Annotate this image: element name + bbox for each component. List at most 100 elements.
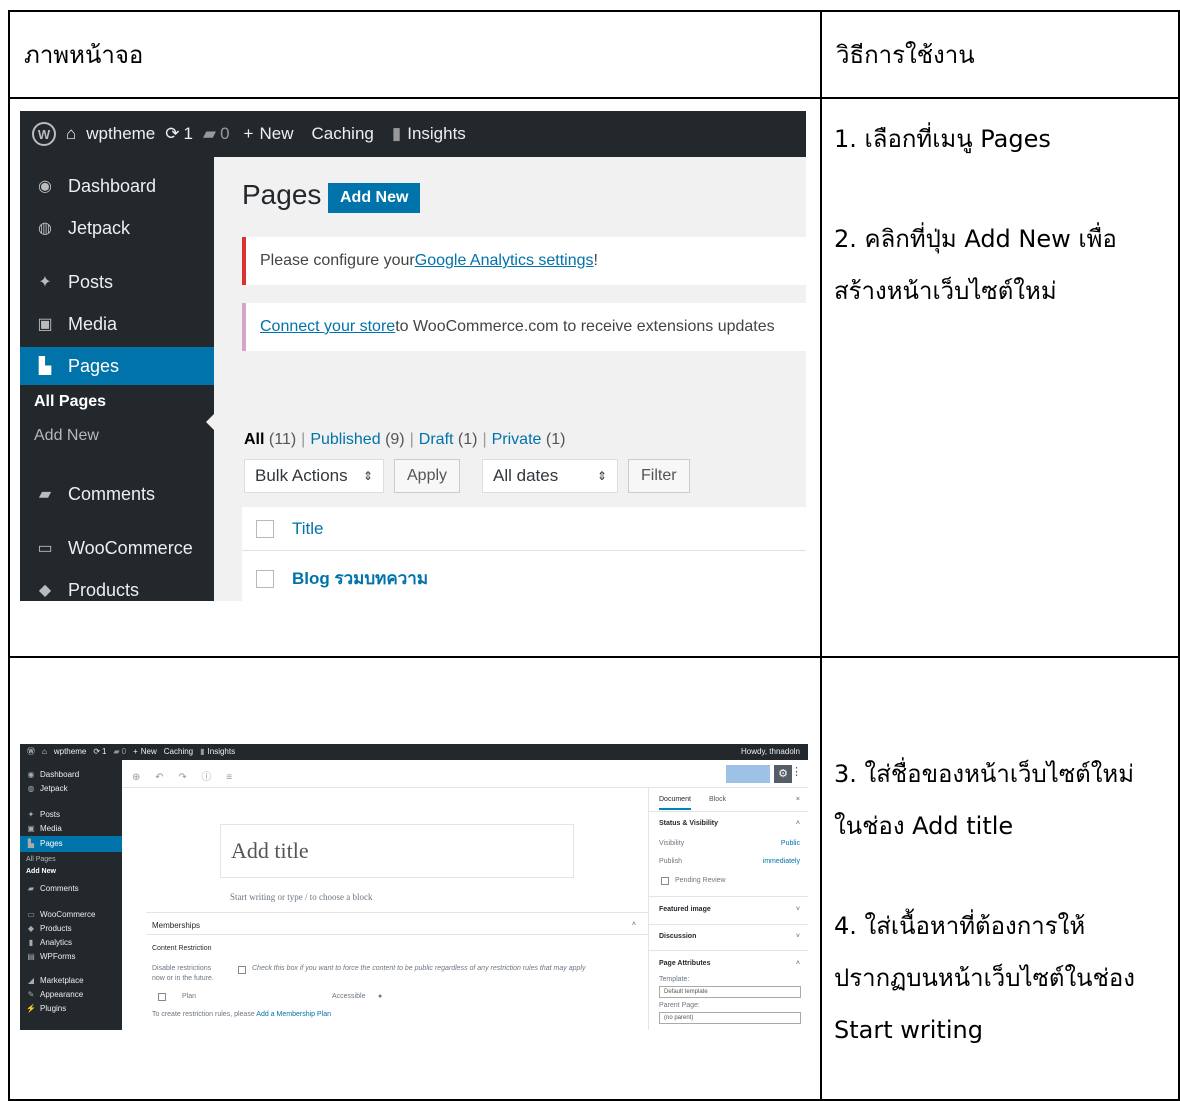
select-all-checkbox[interactable] xyxy=(256,519,274,538)
start-writing-field[interactable]: Start writing or type / to choose a bloc… xyxy=(230,892,372,902)
howdy-user[interactable]: Howdy, thnadoln xyxy=(741,747,800,756)
help-icon[interactable]: ● xyxy=(378,993,382,1000)
menu-pages[interactable]: ▙ Pages xyxy=(20,835,122,852)
comment-icon[interactable]: ▰ xyxy=(113,747,119,756)
caching-link[interactable]: Caching xyxy=(164,747,193,756)
parent-page-select[interactable]: (no parent) xyxy=(659,1011,801,1024)
page-title-link[interactable]: Blog รวมบทความ xyxy=(292,565,428,592)
updates-icon[interactable]: ⟳ xyxy=(165,124,179,144)
add-title-field[interactable]: Add title xyxy=(220,823,574,878)
more-options-icon[interactable]: ⋮ xyxy=(791,765,802,778)
filter-button[interactable]: Filter xyxy=(628,459,690,493)
insights-icon[interactable]: ▮ xyxy=(392,124,401,144)
menu-posts[interactable]: ✦ Posts xyxy=(20,808,122,822)
menu-marketplace[interactable]: ◢ Marketplace xyxy=(20,974,122,988)
filter-draft[interactable]: Draft xyxy=(419,431,454,448)
wordpress-logo-icon[interactable]: W xyxy=(32,122,56,146)
menu-jetpack[interactable]: ◍ Jetpack xyxy=(20,782,122,796)
plan-checkbox[interactable] xyxy=(158,992,166,1001)
menu-comments[interactable]: ▰ Comments xyxy=(20,475,214,513)
updates-count[interactable]: 1 xyxy=(102,747,106,756)
menu-pages[interactable]: ▙ Pages xyxy=(20,347,214,385)
filter-published[interactable]: Published xyxy=(310,431,380,448)
wordpress-logo-icon[interactable]: Ⓦ xyxy=(27,746,35,757)
publish-value[interactable]: immediately xyxy=(763,858,800,865)
page-attributes-title[interactable]: Page Attributes xyxy=(659,960,710,967)
status-filters: All (11) | Published (9) | Draft (1) | Private… xyxy=(244,431,565,449)
comment-icon[interactable]: ▰ xyxy=(203,124,216,144)
chevron-up-icon[interactable]: ˄ xyxy=(796,820,800,827)
filter-private[interactable]: Private xyxy=(492,431,542,448)
instruction-table: ภาพหน้าจอ วิธีการใช้งาน W ⌂ wptheme ⟳ 1 … xyxy=(8,10,1180,1101)
featured-image-title[interactable]: Featured image xyxy=(659,906,711,913)
caching-link[interactable]: Caching xyxy=(311,124,373,144)
chevron-up-icon[interactable]: ˄ xyxy=(632,921,636,928)
menu-media[interactable]: ▣ Media xyxy=(20,305,214,343)
insights-icon[interactable]: ▮ xyxy=(200,747,204,756)
submenu-add-new[interactable]: Add New xyxy=(26,868,56,875)
publish-button[interactable] xyxy=(726,764,770,783)
dates-select[interactable]: All dates ⇕ xyxy=(482,459,618,493)
connect-store-link[interactable]: Connect your store xyxy=(260,318,395,336)
step-4-line-3: Start writing xyxy=(834,1015,983,1044)
chevron-down-icon[interactable]: ˅ xyxy=(796,933,800,940)
apply-button[interactable]: Apply xyxy=(394,459,461,493)
tab-document[interactable]: Document xyxy=(659,796,691,810)
menu-dashboard[interactable]: ◉ Dashboard xyxy=(20,768,122,782)
pages-icon: ▙ xyxy=(38,358,52,375)
menu-plugins[interactable]: ⚡ Plugins xyxy=(20,1002,122,1016)
submenu-all-pages[interactable]: All Pages xyxy=(26,856,56,863)
close-icon[interactable]: × xyxy=(796,796,800,803)
menu-products[interactable]: ◆ Products xyxy=(20,571,214,601)
updates-icon[interactable]: ⟳ xyxy=(93,747,100,756)
title-column-header[interactable]: Title xyxy=(292,519,324,539)
block-tools-icons[interactable]: ⊕ ↶ ↷ ⓘ ≡ xyxy=(132,768,238,783)
discussion-title[interactable]: Discussion xyxy=(659,933,696,940)
new-link[interactable]: New xyxy=(141,747,157,756)
updates-count[interactable]: 1 xyxy=(184,124,193,144)
pending-review-checkbox[interactable] xyxy=(661,876,669,885)
menu-products[interactable]: ◆ Products xyxy=(20,922,122,936)
menu-posts[interactable]: ✦ Posts xyxy=(20,263,214,301)
comment-count[interactable]: 0 xyxy=(122,747,126,756)
add-membership-plan-link[interactable]: Add a Membership Plan xyxy=(256,1011,331,1018)
menu-analytics[interactable]: ▮ Analytics xyxy=(20,936,122,950)
site-name[interactable]: wptheme xyxy=(54,747,86,756)
add-new-button[interactable]: Add New xyxy=(328,183,421,213)
visibility-label: Visibility xyxy=(659,839,685,847)
bulk-actions-select[interactable]: Bulk Actions ⇕ xyxy=(244,459,384,493)
menu-comments[interactable]: ▰ Comments xyxy=(20,882,122,896)
row-checkbox[interactable] xyxy=(256,569,274,588)
menu-appearance[interactable]: ✎ Appearance xyxy=(20,988,122,1002)
status-visibility-title[interactable]: Status & Visibility xyxy=(659,820,718,827)
plus-icon[interactable]: + xyxy=(133,747,138,756)
gear-icon[interactable]: ⚙ xyxy=(774,764,792,783)
chevron-down-icon[interactable]: ˅ xyxy=(796,906,800,913)
analytics-settings-link[interactable]: Google Analytics settings xyxy=(415,252,594,270)
menu-analytics-label: Analytics xyxy=(40,938,73,948)
menu-woocommerce[interactable]: ▭ WooCommerce xyxy=(20,908,122,922)
plus-icon[interactable]: + xyxy=(244,124,254,144)
dates-value: All dates xyxy=(493,466,559,485)
filter-all[interactable]: All xyxy=(244,431,264,448)
tab-block[interactable]: Block xyxy=(709,796,726,803)
new-link[interactable]: New xyxy=(259,124,293,144)
home-icon[interactable]: ⌂ xyxy=(42,747,47,756)
menu-jetpack[interactable]: ◍ Jetpack xyxy=(20,209,214,247)
menu-media[interactable]: ▣ Media xyxy=(20,822,122,836)
comment-count[interactable]: 0 xyxy=(220,124,229,144)
visibility-value[interactable]: Public xyxy=(781,840,800,847)
submenu-all-pages[interactable]: All Pages xyxy=(34,393,106,411)
memberships-panel[interactable]: Memberships ˄ xyxy=(146,911,648,934)
home-icon[interactable]: ⌂ xyxy=(66,124,76,144)
insights-link[interactable]: Insights xyxy=(208,747,236,756)
menu-dashboard[interactable]: ◉ Dashboard xyxy=(20,167,214,205)
menu-woocommerce[interactable]: ▭ WooCommerce xyxy=(20,529,214,567)
site-name[interactable]: wptheme xyxy=(86,124,155,144)
template-select[interactable]: Default template xyxy=(659,985,801,998)
disable-restriction-checkbox[interactable] xyxy=(238,965,246,974)
chevron-up-icon[interactable]: ˄ xyxy=(796,960,800,967)
insights-link[interactable]: Insights xyxy=(407,124,466,144)
submenu-add-new[interactable]: Add New xyxy=(34,427,99,445)
menu-wpforms[interactable]: ▤ WPForms xyxy=(20,950,122,964)
